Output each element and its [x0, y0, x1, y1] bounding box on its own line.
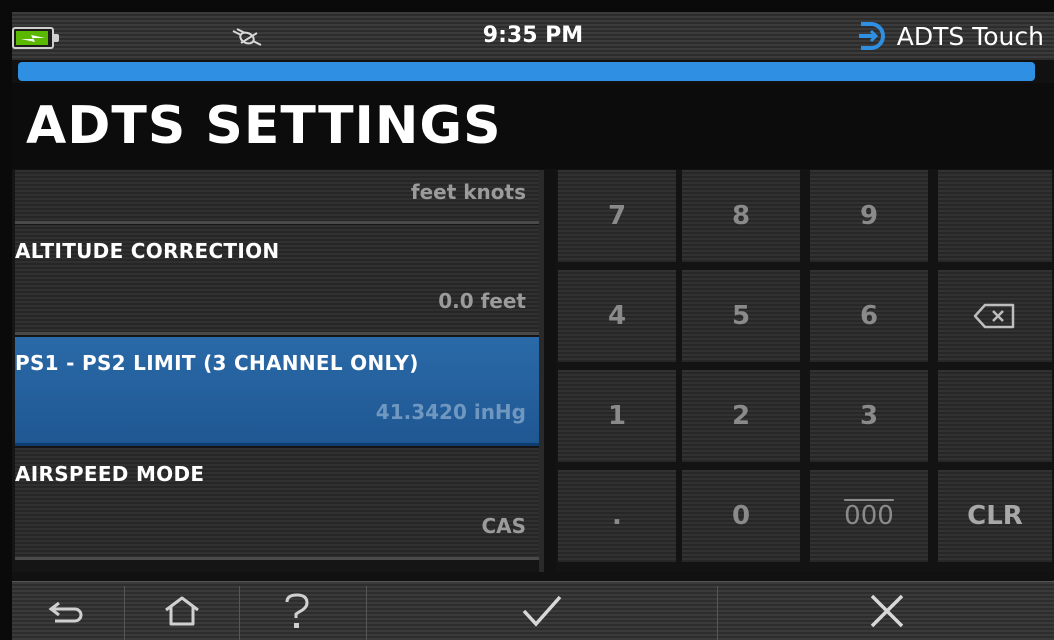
accept-button[interactable]: [368, 582, 716, 640]
settings-list[interactable]: feet knots ALTITUDE CORRECTION 0.0 feet …: [12, 170, 542, 572]
settings-item-units[interactable]: feet knots: [15, 170, 540, 224]
nav-divider: [239, 586, 240, 640]
key-4[interactable]: 4: [558, 270, 676, 362]
title-area: ADTS SETTINGS: [12, 83, 1054, 169]
nav-divider: [366, 586, 367, 640]
settings-item-value: 41.3420 inHg: [375, 400, 526, 424]
backspace-button[interactable]: [938, 270, 1052, 362]
key-blank-middle[interactable]: [938, 370, 1052, 462]
app-brand: ADTS Touch: [855, 20, 1044, 52]
settings-item-altitude-correction[interactable]: ALTITUDE CORRECTION 0.0 feet: [15, 225, 540, 335]
checkmark-icon: [522, 595, 562, 627]
druck-logo-icon: [858, 22, 885, 50]
nav-divider: [717, 586, 718, 640]
settings-item-airspeed-mode[interactable]: AIRSPEED MODE CAS: [15, 448, 540, 560]
settings-item-value: 0.0 feet: [438, 289, 526, 313]
key-8[interactable]: 8: [682, 170, 800, 262]
close-icon: [870, 594, 903, 628]
key-blank-top[interactable]: [938, 170, 1052, 262]
home-icon: [165, 596, 199, 626]
key-2[interactable]: 2: [682, 370, 800, 462]
help-button[interactable]: [241, 582, 353, 640]
bottom-nav-bar: [12, 581, 1054, 640]
help-icon: [285, 593, 309, 628]
settings-item-label: ALTITUDE CORRECTION: [15, 239, 280, 263]
progress-bar-fill: [18, 62, 1035, 81]
key-000[interactable]: 000: [810, 470, 928, 562]
back-arrow-icon: [48, 601, 83, 623]
home-button[interactable]: [126, 582, 238, 640]
numeric-keypad: 7 8 9 4 5 6 1 2 3 . 0 000 CLR: [556, 170, 1054, 572]
key-5[interactable]: 5: [682, 270, 800, 362]
status-bar: 9:35 PM ADTS Touch: [12, 12, 1054, 60]
key-decimal[interactable]: .: [558, 470, 676, 562]
backspace-icon: [973, 303, 1015, 329]
settings-item-value: feet knots: [410, 180, 526, 204]
settings-item-label: PS1 - PS2 LIMIT (3 CHANNEL ONLY): [15, 351, 419, 375]
settings-item-value: CAS: [481, 514, 526, 538]
key-3[interactable]: 3: [810, 370, 928, 462]
nav-divider: [124, 586, 125, 640]
progress-bar: [18, 62, 1035, 81]
key-1[interactable]: 1: [558, 370, 676, 462]
app-name: ADTS Touch: [896, 21, 1044, 51]
cancel-button[interactable]: [719, 582, 1054, 640]
settings-item-label: AIRSPEED MODE: [15, 462, 205, 486]
settings-item-ps1-ps2-limit[interactable]: PS1 - PS2 LIMIT (3 CHANNEL ONLY) 41.3420…: [15, 337, 540, 446]
back-button[interactable]: [12, 582, 122, 640]
key-6[interactable]: 6: [810, 270, 928, 362]
key-0[interactable]: 0: [682, 470, 800, 562]
clear-button[interactable]: CLR: [938, 470, 1052, 562]
key-7[interactable]: 7: [558, 170, 676, 262]
page-title: ADTS SETTINGS: [26, 96, 502, 156]
list-scrollbar[interactable]: [539, 170, 544, 572]
key-9[interactable]: 9: [810, 170, 928, 262]
